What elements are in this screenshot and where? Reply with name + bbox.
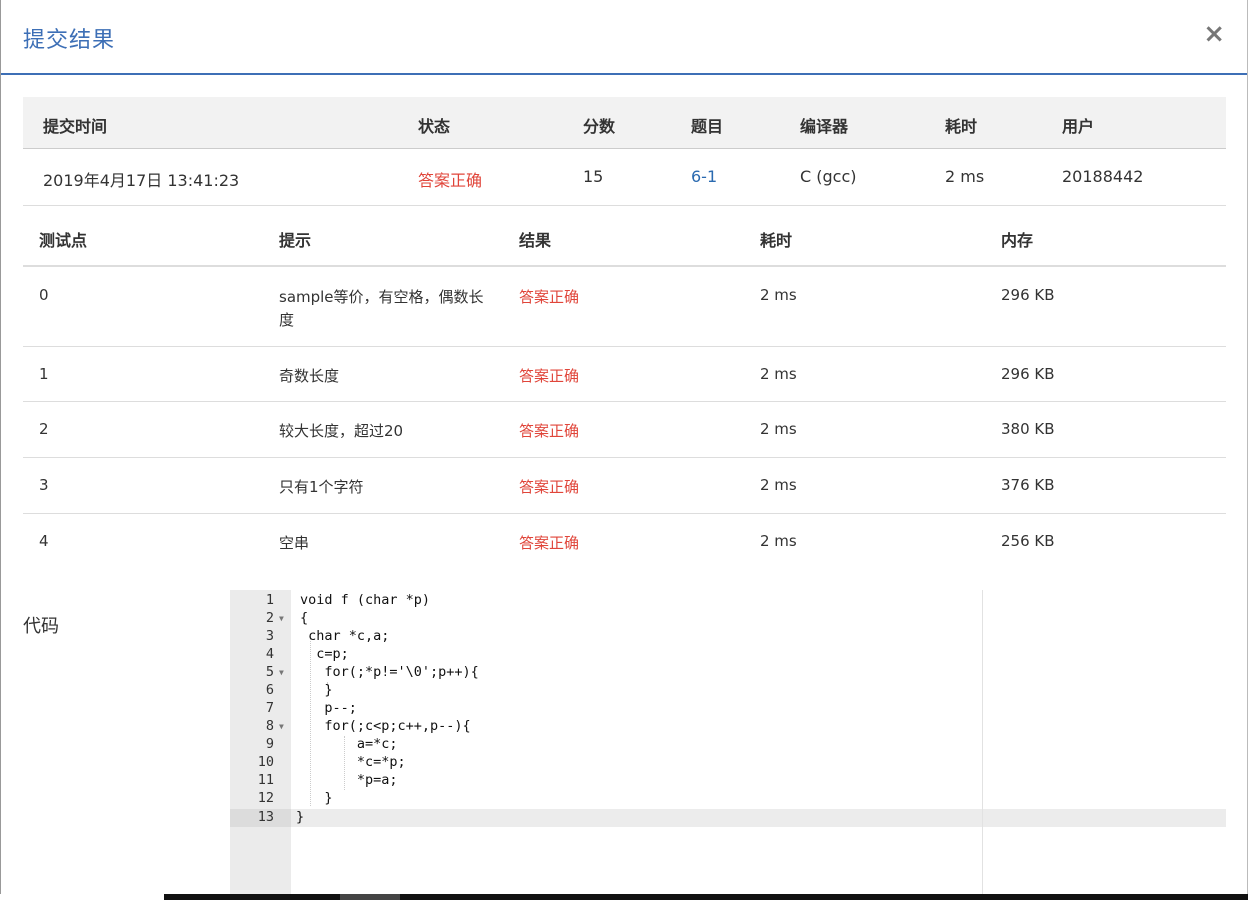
case-result: 答案正确 bbox=[519, 422, 580, 440]
dialog-title: 提交结果 bbox=[23, 28, 116, 53]
case-id: 0 bbox=[39, 286, 49, 304]
case-row-1: 1 奇数长度 答案正确 2 ms 296 KB bbox=[23, 347, 1226, 402]
taskbar-app-button[interactable] bbox=[340, 894, 400, 900]
case-result: 答案正确 bbox=[519, 288, 580, 306]
summary-header-problem: 题目 bbox=[691, 117, 724, 136]
line-number: 8 bbox=[265, 718, 274, 734]
summary-compiler: C (gcc) bbox=[800, 167, 857, 186]
case-id: 2 bbox=[39, 420, 49, 438]
case-row-2: 2 较大长度，超过20 答案正确 2 ms 380 KB bbox=[23, 402, 1226, 458]
case-memory: 296 KB bbox=[1001, 365, 1055, 383]
case-memory: 380 KB bbox=[1001, 420, 1055, 438]
code-line: void f (char *p) bbox=[300, 592, 431, 608]
code-line: *c=*p; bbox=[300, 754, 406, 770]
close-icon[interactable]: × bbox=[1203, 20, 1225, 48]
case-time: 2 ms bbox=[760, 476, 797, 494]
print-margin bbox=[982, 590, 983, 894]
taskbar bbox=[164, 894, 1248, 900]
code-line: char *c,a; bbox=[300, 628, 390, 644]
case-hint: 较大长度，超过20 bbox=[279, 422, 404, 440]
line-number: 2 bbox=[265, 610, 274, 626]
code-label: 代码 bbox=[23, 616, 59, 637]
summary-elapsed: 2 ms bbox=[945, 167, 985, 186]
line-number: 6 bbox=[265, 682, 274, 698]
case-memory: 376 KB bbox=[1001, 476, 1055, 494]
case-time: 2 ms bbox=[760, 420, 797, 438]
code-line: } bbox=[296, 809, 305, 825]
summary-header-score: 分数 bbox=[583, 117, 616, 136]
summary-row: 2019年4月17日 13:41:23 答案正确 15 6-1 C (gcc) … bbox=[23, 149, 1226, 206]
cases-header-time: 耗时 bbox=[760, 231, 793, 250]
summary-header-row: 提交时间 状态 分数 题目 编译器 耗时 用户 bbox=[23, 97, 1226, 149]
code-editor[interactable]: 1 2 ▼ 3 4 5 ▼ 6 7 8 ▼ 9 10 11 12 13 void… bbox=[230, 590, 1226, 894]
cases-header-result: 结果 bbox=[519, 231, 552, 250]
line-number: 12 bbox=[257, 790, 274, 806]
summary-time: 2019年4月17日 13:41:23 bbox=[43, 171, 240, 190]
case-result: 答案正确 bbox=[519, 478, 580, 496]
case-hint: 奇数长度 bbox=[279, 367, 340, 385]
line-number: 1 bbox=[265, 592, 274, 608]
summary-header-time: 提交时间 bbox=[43, 117, 108, 136]
code-line: { bbox=[300, 610, 309, 626]
cases-header-hint: 提示 bbox=[279, 231, 312, 250]
line-number: 7 bbox=[265, 700, 274, 716]
fold-arrow-icon[interactable]: ▼ bbox=[279, 614, 284, 623]
summary-header-elapsed: 耗时 bbox=[945, 117, 978, 136]
case-row-3: 3 只有1个字符 答案正确 2 ms 376 KB bbox=[23, 458, 1226, 514]
code-line: } bbox=[300, 682, 333, 698]
case-time: 2 ms bbox=[760, 365, 797, 383]
fold-arrow-icon[interactable]: ▼ bbox=[279, 722, 284, 731]
cases-header-row: 测试点 提示 结果 耗时 内存 bbox=[23, 206, 1226, 267]
line-number: 3 bbox=[265, 628, 274, 644]
cases-header-id: 测试点 bbox=[39, 231, 88, 250]
case-memory: 256 KB bbox=[1001, 532, 1055, 550]
case-row-0: 0 sample等价，有空格，偶数长 度 答案正确 2 ms 296 KB bbox=[23, 267, 1226, 347]
case-hint: 空串 bbox=[279, 534, 310, 552]
code-line: a=*c; bbox=[300, 736, 398, 752]
dialog-header: 提交结果 × bbox=[1, 0, 1247, 75]
fold-arrow-icon[interactable]: ▼ bbox=[279, 668, 284, 677]
case-id: 3 bbox=[39, 476, 49, 494]
code-line: p--; bbox=[300, 700, 357, 716]
case-memory: 296 KB bbox=[1001, 286, 1055, 304]
case-hint: sample等价，有空格，偶数长 bbox=[279, 288, 484, 306]
summary-header-compiler: 编译器 bbox=[800, 117, 849, 136]
summary-problem-link[interactable]: 6-1 bbox=[691, 167, 717, 186]
case-hint-continued: 度 bbox=[279, 311, 295, 329]
case-result: 答案正确 bbox=[519, 367, 580, 385]
summary-header-status: 状态 bbox=[418, 117, 451, 136]
line-number: 9 bbox=[265, 736, 274, 752]
line-number: 4 bbox=[265, 646, 274, 662]
summary-status: 答案正确 bbox=[418, 171, 483, 190]
line-number: 5 bbox=[265, 664, 274, 680]
cases-header-memory: 内存 bbox=[1001, 231, 1034, 250]
case-hint: 只有1个字符 bbox=[279, 478, 364, 496]
case-result: 答案正确 bbox=[519, 534, 580, 552]
case-time: 2 ms bbox=[760, 532, 797, 550]
case-time: 2 ms bbox=[760, 286, 797, 304]
case-row-4: 4 空串 答案正确 2 ms 256 KB bbox=[23, 514, 1226, 569]
summary-user: 20188442 bbox=[1062, 167, 1144, 186]
line-number: 13 bbox=[257, 809, 274, 825]
code-line: c=p; bbox=[300, 646, 349, 662]
summary-header-user: 用户 bbox=[1062, 117, 1095, 136]
code-line: } bbox=[300, 790, 333, 806]
case-id: 1 bbox=[39, 365, 49, 383]
line-number: 10 bbox=[257, 754, 274, 770]
code-line: for(;*p!='\0';p++){ bbox=[300, 664, 479, 680]
summary-score: 15 bbox=[583, 167, 604, 186]
case-id: 4 bbox=[39, 532, 49, 550]
submission-result-dialog: 提交结果 × 提交时间 状态 分数 题目 编译器 耗时 用户 2019年4月17… bbox=[0, 0, 1248, 894]
code-line: *p=a; bbox=[300, 772, 398, 788]
code-line: for(;c<p;c++,p--){ bbox=[300, 718, 471, 734]
active-line-highlight bbox=[291, 809, 1226, 827]
line-number: 11 bbox=[257, 772, 274, 788]
